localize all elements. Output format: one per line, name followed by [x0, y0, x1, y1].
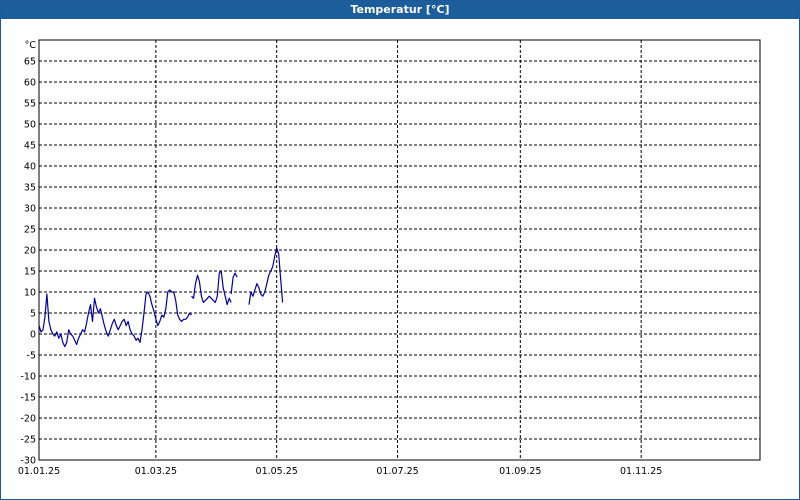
series-line [38, 289, 192, 348]
y-tick-label: -5 [27, 351, 36, 362]
y-tick-label: 5 [30, 309, 36, 320]
x-tick-label: 01.07.25 [376, 466, 418, 477]
x-tick-label: 01.01.25 [18, 466, 60, 477]
series-line [191, 270, 232, 306]
y-tick-label: 0 [30, 330, 36, 341]
y-tick-label: 65 [24, 57, 36, 68]
temperature-chart: 65605550454035302520151050-5-10-15-20-25… [18, 39, 761, 477]
y-tick-label: 25 [24, 225, 36, 236]
y-tick-label: -10 [20, 372, 36, 383]
y-tick-label: 30 [24, 204, 36, 215]
x-axis-ticks: 01.01.25 01.03.25 01.05.25 01.07.25 01.09.25… [18, 466, 662, 477]
y-tick-label: 20 [24, 246, 36, 257]
series-lines [38, 247, 284, 348]
y-tick-label: 10 [24, 288, 36, 299]
y-tick-label: 60 [24, 78, 36, 89]
y-tick-label: 45 [24, 141, 36, 152]
x-tick-label: 01.09.25 [499, 466, 541, 477]
x-tick-label: 01.05.25 [256, 466, 298, 477]
y-tick-label: 35 [24, 183, 36, 194]
y-tick-label: 50 [24, 120, 36, 131]
y-tick-label: -30 [20, 456, 36, 467]
y-tick-label: -20 [20, 414, 36, 425]
grid [39, 40, 761, 460]
y-tick-label: -15 [20, 393, 36, 404]
y-tick-label: 15 [24, 267, 36, 278]
y-axis-ticks: 65605550454035302520151050-5-10-15-20-25… [20, 57, 36, 467]
y-tick-label: 40 [24, 162, 36, 173]
series-line [248, 247, 284, 305]
y-axis-label: °C [25, 40, 37, 51]
y-tick-label: -25 [20, 435, 36, 446]
y-tick-label: 55 [24, 99, 36, 110]
series-line [230, 272, 238, 295]
x-tick-label: 01.11.25 [620, 466, 662, 477]
x-tick-label: 01.03.25 [135, 466, 177, 477]
